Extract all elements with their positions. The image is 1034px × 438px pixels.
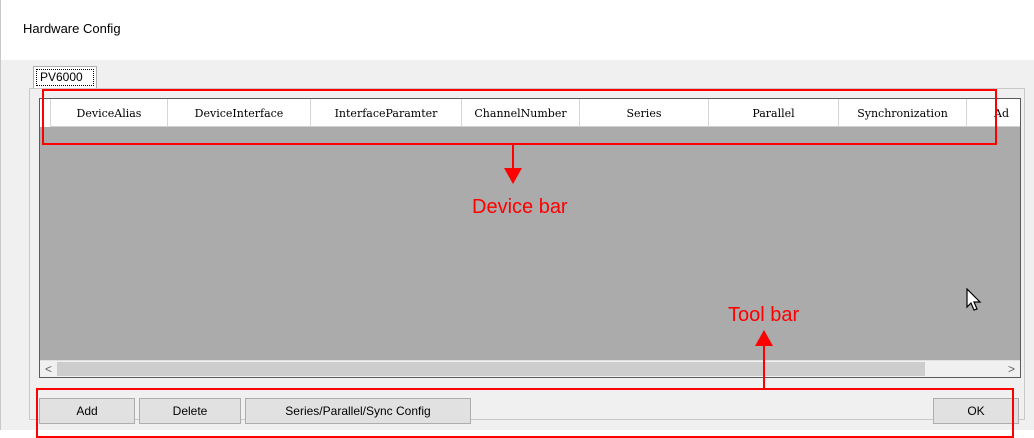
tab-pv6000[interactable]: PV6000 [33, 66, 97, 88]
tab-label: PV6000 [40, 70, 83, 84]
title-bar: Hardware Config [1, 0, 1034, 60]
window-title: Hardware Config [23, 21, 121, 36]
grid-header: DeviceAlias DeviceInterface InterfacePar… [40, 99, 1020, 127]
horizontal-scrollbar[interactable]: < > [40, 360, 1020, 377]
tool-bar-label: Tool bar [728, 304, 800, 326]
hardware-config-window: Hardware Config PV6000 DeviceAlias Devic… [0, 0, 1034, 438]
scroll-right-icon[interactable]: > [1003, 361, 1020, 377]
column-header-device-alias[interactable]: DeviceAlias [51, 99, 168, 127]
arrow-down-icon [504, 168, 522, 184]
column-header-parallel[interactable]: Parallel [709, 99, 839, 127]
column-header-synchronization[interactable]: Synchronization [839, 99, 967, 127]
column-header-device-interface[interactable]: DeviceInterface [168, 99, 311, 127]
tool-bar-arrow-line [763, 345, 765, 390]
device-grid[interactable]: DeviceAlias DeviceInterface InterfacePar… [39, 98, 1021, 378]
arrow-up-icon [755, 330, 773, 346]
column-header-interface-parameter[interactable]: InterfaceParamter [311, 99, 462, 127]
mouse-cursor-icon [966, 288, 982, 311]
series-parallel-sync-config-button[interactable]: Series/Parallel/Sync Config [245, 398, 471, 424]
column-header-series[interactable]: Series [580, 99, 709, 127]
row-header-corner [40, 99, 51, 127]
ok-button[interactable]: OK [933, 398, 1019, 424]
scrollbar-thumb[interactable] [57, 362, 925, 376]
scroll-left-icon[interactable]: < [40, 361, 57, 377]
add-button[interactable]: Add [39, 398, 135, 424]
device-bar-label: Device bar [472, 196, 568, 218]
column-header-channel-number[interactable]: ChannelNumber [462, 99, 580, 127]
column-header-ad[interactable]: Ad [967, 99, 1020, 127]
delete-button[interactable]: Delete [139, 398, 241, 424]
